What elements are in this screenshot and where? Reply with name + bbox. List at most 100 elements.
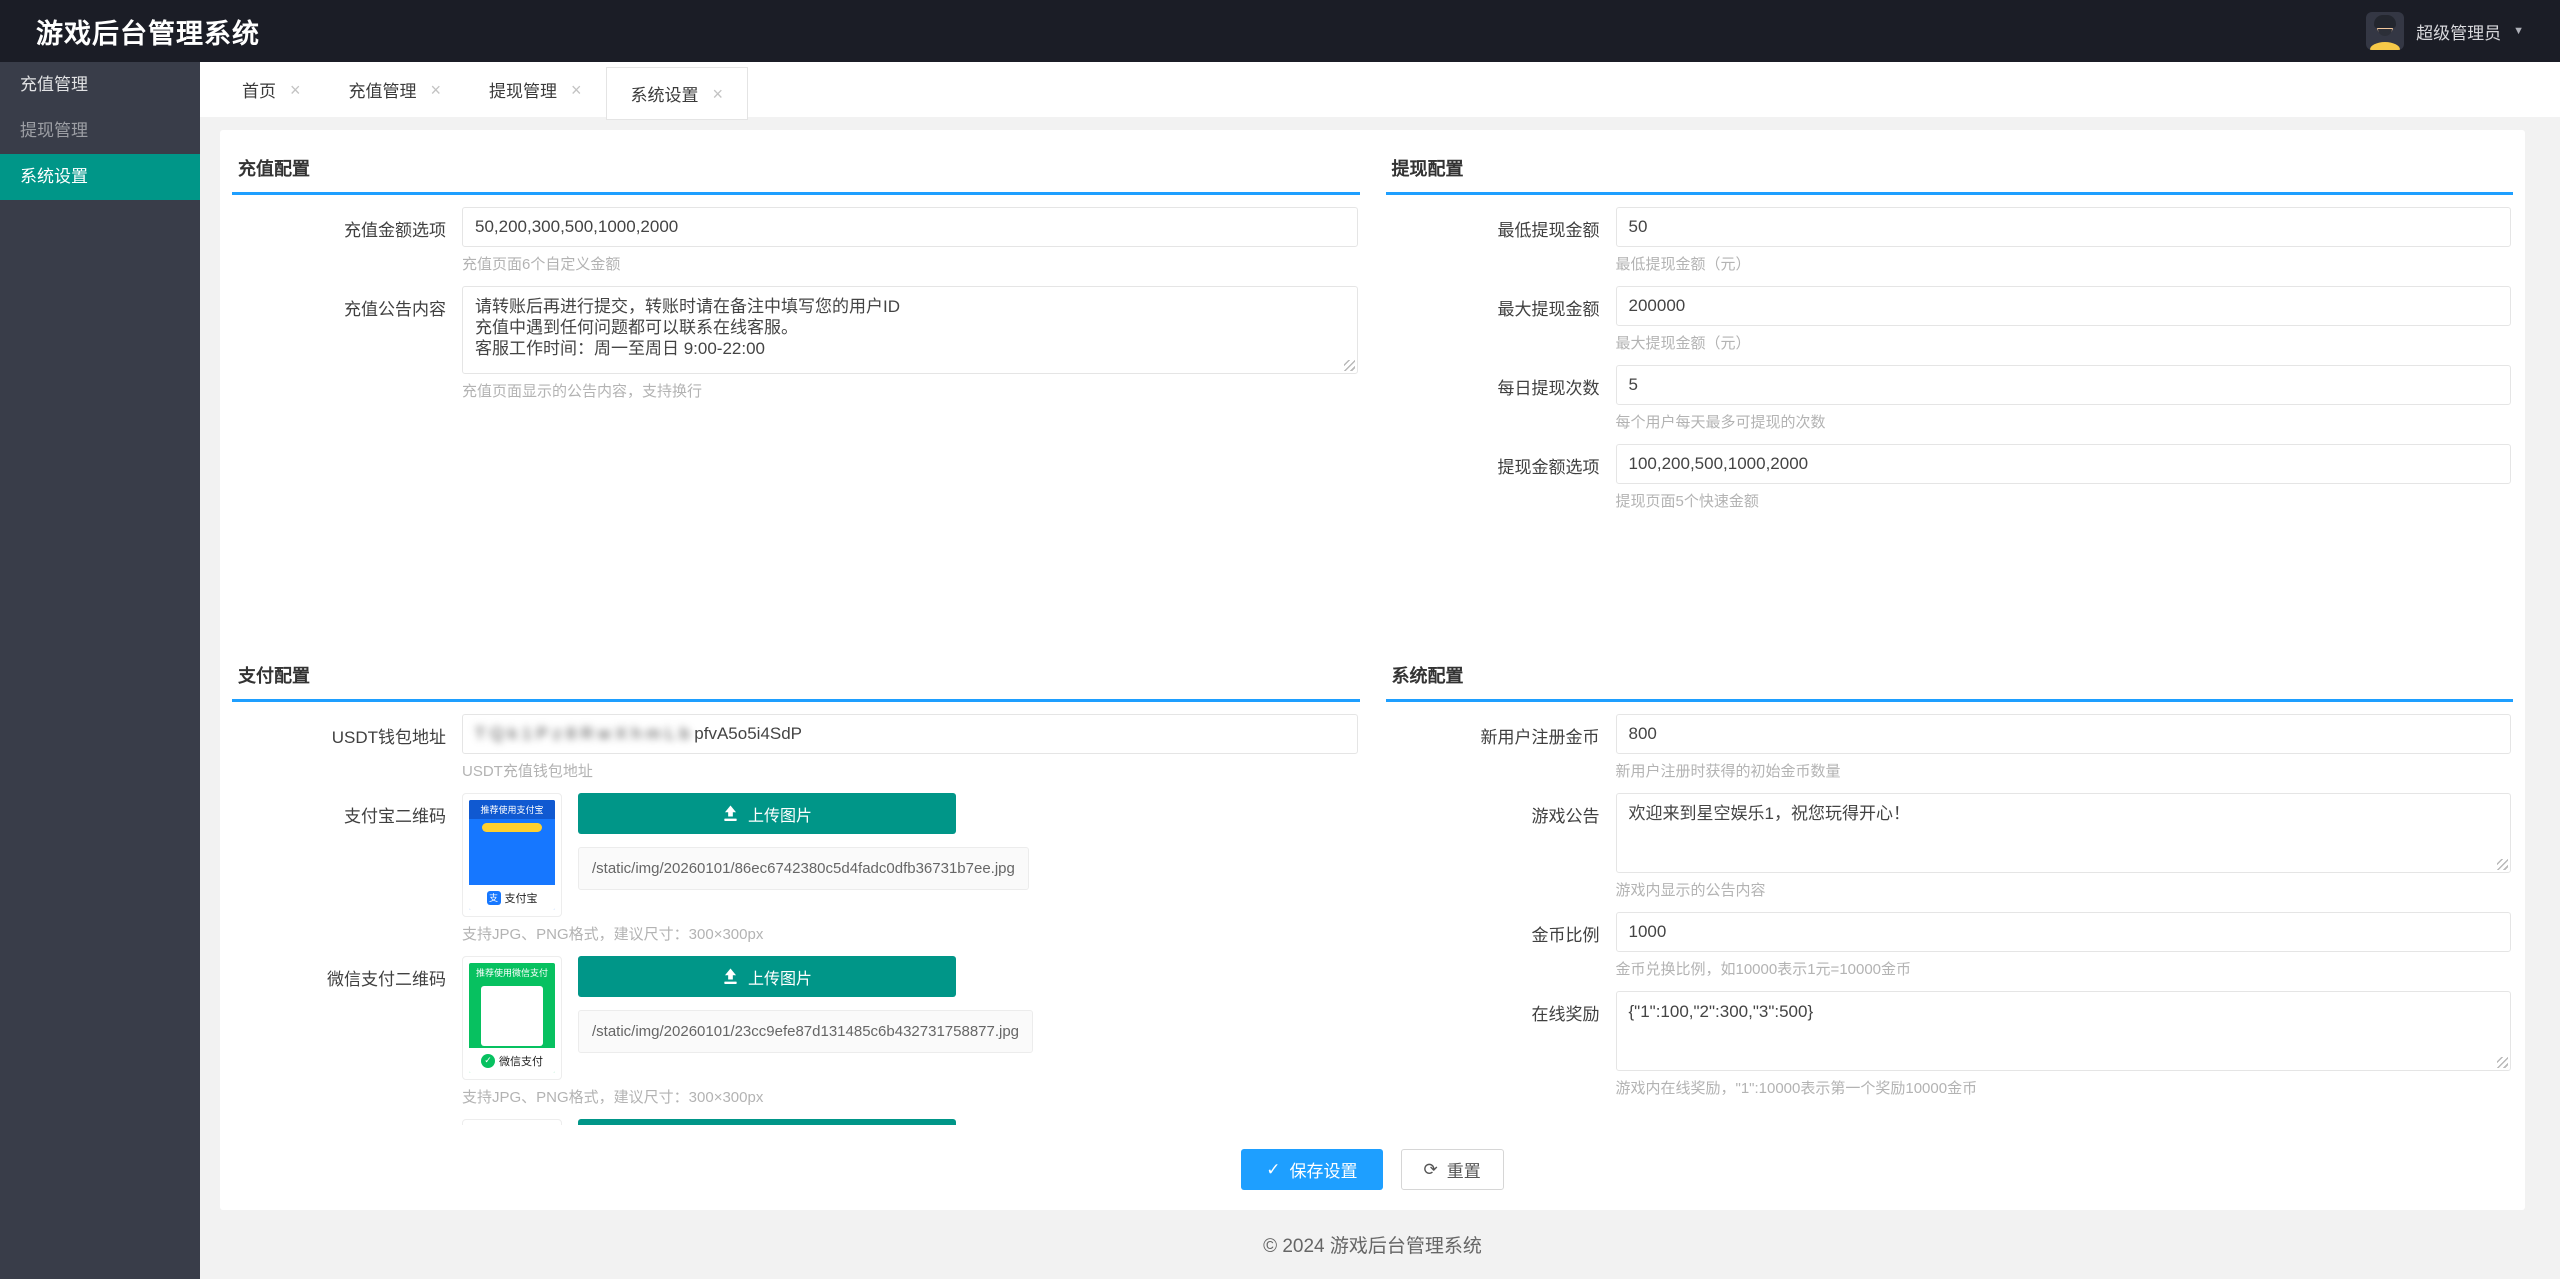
- close-icon[interactable]: ×: [290, 81, 301, 99]
- system-config-title: 系统配置: [1386, 649, 2514, 702]
- online-reward-hint: 游戏内在线奖励，"1":10000表示第一个奖励10000金币: [1616, 1077, 2512, 1098]
- withdraw-options-input[interactable]: [1616, 444, 2512, 484]
- tab-withdraw[interactable]: 提现管理 ×: [465, 62, 606, 117]
- recharge-amounts-input[interactable]: [462, 207, 1358, 247]
- form-actions: ✓ 保存设置 ⟳ 重置: [232, 1149, 2513, 1190]
- wechat-qr-hint: 支持JPG、PNG格式，建议尺寸：300×300px: [462, 1086, 1358, 1107]
- usdt-address-input[interactable]: TQk1Pz8RwXhmLb pfvA5o5i4SdP: [462, 714, 1358, 754]
- payment-config-title: 支付配置: [232, 649, 1360, 702]
- wechat-card-header: 推荐使用微信支付: [469, 963, 555, 982]
- alipay-logo-icon: 支: [487, 891, 501, 905]
- reset-button-label: 重置: [1447, 1157, 1481, 1182]
- withdraw-daily-input[interactable]: [1616, 365, 2512, 405]
- tab-recharge[interactable]: 充值管理 ×: [325, 62, 466, 117]
- right-column: 提现配置 最低提现金额 最低提现金额（元） 最大提现金额: [1386, 142, 2514, 1125]
- sidebar-item-recharge[interactable]: 充值管理: [0, 62, 200, 108]
- recharge-config-card: 充值配置 充值金额选项 充值页面6个自定义金额 充值公告内容: [232, 142, 1360, 632]
- alipay-badge: [482, 823, 542, 832]
- withdraw-daily-hint: 每个用户每天最多可提现的次数: [1616, 411, 2512, 432]
- chevron-down-icon: ▼: [2513, 25, 2524, 37]
- upload-button-label: 上传图片: [748, 965, 812, 989]
- game-notice-hint: 游戏内显示的公告内容: [1616, 879, 2512, 900]
- usdt-address-visible: pfvA5o5i4SdP: [694, 724, 802, 744]
- withdraw-min-input[interactable]: [1616, 207, 2512, 247]
- usdt-address-label: USDT钱包地址: [232, 714, 462, 781]
- left-column: 充值配置 充值金额选项 充值页面6个自定义金额 充值公告内容: [232, 142, 1360, 1125]
- usdt-address-hint: USDT充值钱包地址: [462, 760, 1358, 781]
- tab-home-label: 首页: [242, 77, 276, 102]
- alipay-upload-button[interactable]: 上传图片: [578, 793, 956, 834]
- wechat-qr-area: [481, 986, 543, 1046]
- withdraw-daily-label: 每日提现次数: [1386, 365, 1616, 432]
- save-button-label: 保存设置: [1290, 1157, 1358, 1182]
- recharge-amounts-hint: 充值页面6个自定义金额: [462, 253, 1358, 274]
- withdraw-options-label: 提现金额选项: [1386, 444, 1616, 511]
- online-reward-textarea[interactable]: {"1":100,"2":300,"3":500}: [1616, 991, 2512, 1071]
- tab-settings-label: 系统设置: [631, 81, 699, 106]
- register-gold-label: 新用户注册金币: [1386, 714, 1616, 781]
- gold-ratio-hint: 金币兑换比例，如10000表示1元=10000金币: [1616, 958, 2512, 979]
- avatar-hair: [2374, 15, 2396, 28]
- avatar-beard: [2378, 29, 2392, 36]
- alipay-qr-label: 支付宝二维码: [232, 793, 462, 944]
- online-reward-label: 在线奖励: [1386, 991, 1616, 1098]
- withdraw-min-hint: 最低提现金额（元）: [1616, 253, 2512, 274]
- close-icon[interactable]: ×: [713, 85, 724, 103]
- user-name: 超级管理员: [2416, 19, 2501, 44]
- gold-ratio-input[interactable]: [1616, 912, 2512, 952]
- upload-icon: [722, 805, 739, 822]
- tab-settings[interactable]: 系统设置 ×: [606, 67, 749, 120]
- alipay-qr-hint: 支持JPG、PNG格式，建议尺寸：300×300px: [462, 923, 1358, 944]
- wechat-logo-text: 微信支付: [499, 1053, 543, 1069]
- usdt-upload-button[interactable]: 上传图片: [578, 1119, 956, 1125]
- recharge-notice-textarea[interactable]: 请转账后再进行提交，转账时请在备注中填写您的用户ID 充值中遇到任何问题都可以联…: [462, 286, 1358, 374]
- usdt-address-redacted: TQk1Pz8RwXhmLb: [475, 724, 694, 744]
- gold-ratio-label: 金币比例: [1386, 912, 1616, 979]
- avatar-shirt: [2370, 42, 2400, 50]
- wechat-qr-thumbnail: 推荐使用微信支付 ✓ 微信支付: [462, 956, 562, 1080]
- usdt-qr-label: USDT二维码: [232, 1119, 462, 1125]
- sidebar-item-withdraw[interactable]: 提现管理: [0, 108, 200, 154]
- wechat-image-path: /static/img/20260101/23cc9efe87d131485c6…: [578, 1010, 1033, 1053]
- withdraw-min-label: 最低提现金额: [1386, 207, 1616, 274]
- register-gold-hint: 新用户注册时获得的初始金币数量: [1616, 760, 2512, 781]
- upload-icon: [722, 968, 739, 985]
- recharge-notice-label: 充值公告内容: [232, 286, 462, 401]
- reset-button[interactable]: ⟳ 重置: [1401, 1149, 1504, 1190]
- tab-withdraw-label: 提现管理: [489, 77, 557, 102]
- content-area: 充值配置 充值金额选项 充值页面6个自定义金额 充值公告内容: [200, 117, 2560, 1279]
- close-icon[interactable]: ×: [431, 81, 442, 99]
- withdraw-max-label: 最大提现金额: [1386, 286, 1616, 353]
- app-title: 游戏后台管理系统: [36, 12, 260, 51]
- alipay-logo-text: 支付宝: [505, 890, 538, 906]
- page-footer: © 2024 游戏后台管理系统: [220, 1210, 2525, 1279]
- alipay-card-header: 推荐使用支付宝: [469, 800, 555, 819]
- withdraw-max-hint: 最大提现金额（元）: [1616, 332, 2512, 353]
- main-area: 首页 × 充值管理 × 提现管理 × 系统设置 × 充值配置: [200, 62, 2560, 1279]
- recharge-notice-hint: 充值页面显示的公告内容，支持换行: [462, 380, 1358, 401]
- wechat-upload-button[interactable]: 上传图片: [578, 956, 956, 997]
- alipay-qr-thumbnail: 推荐使用支付宝 支 支付宝: [462, 793, 562, 917]
- user-menu[interactable]: 超级管理员 ▼: [2366, 12, 2524, 50]
- payment-config-card: 支付配置 USDT钱包地址 TQk1Pz8RwXhmLb pfvA5o5i4Sd…: [232, 649, 1360, 1125]
- wechat-qr-label: 微信支付二维码: [232, 956, 462, 1107]
- withdraw-config-title: 提现配置: [1386, 142, 2514, 195]
- register-gold-input[interactable]: [1616, 714, 2512, 754]
- save-settings-button[interactable]: ✓ 保存设置: [1241, 1149, 1382, 1190]
- alipay-image-path: /static/img/20260101/86ec6742380c5d4fadc…: [578, 847, 1029, 890]
- tab-bar: 首页 × 充值管理 × 提现管理 × 系统设置 ×: [200, 62, 2560, 117]
- tab-recharge-label: 充值管理: [349, 77, 417, 102]
- game-notice-textarea[interactable]: 欢迎来到星空娱乐1，祝您玩得开心！: [1616, 793, 2512, 873]
- tab-home[interactable]: 首页 ×: [218, 62, 325, 117]
- recharge-amounts-label: 充值金额选项: [232, 207, 462, 274]
- wechat-logo-icon: ✓: [481, 1054, 495, 1068]
- sidebar-item-settings[interactable]: 系统设置: [0, 154, 200, 200]
- refresh-icon: ⟳: [1424, 1161, 1438, 1178]
- close-icon[interactable]: ×: [571, 81, 582, 99]
- upload-button-label: 上传图片: [748, 802, 812, 826]
- withdraw-max-input[interactable]: [1616, 286, 2512, 326]
- recharge-config-title: 充值配置: [232, 142, 1360, 195]
- check-icon: ✓: [1266, 1161, 1280, 1178]
- avatar[interactable]: [2366, 12, 2404, 50]
- withdraw-config-card: 提现配置 最低提现金额 最低提现金额（元） 最大提现金额: [1386, 142, 2514, 632]
